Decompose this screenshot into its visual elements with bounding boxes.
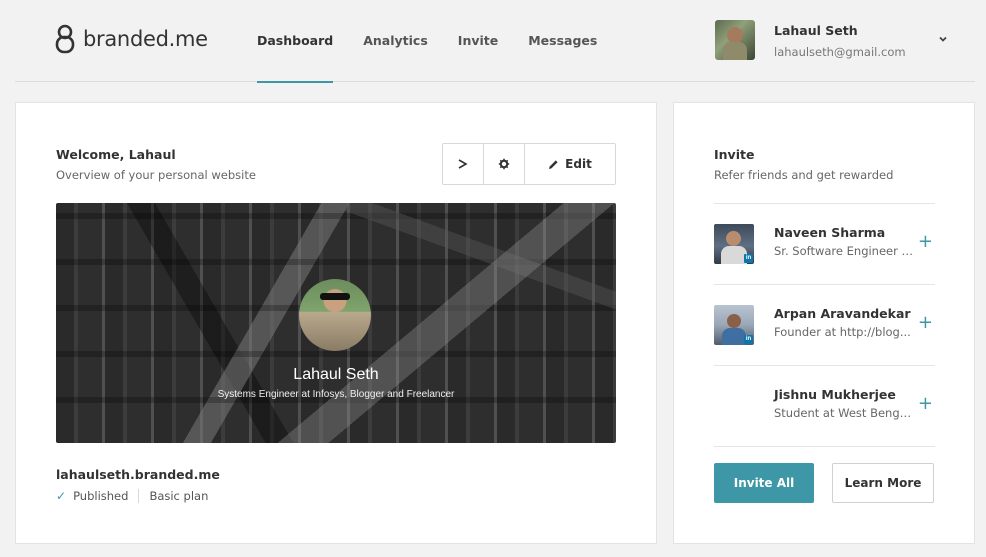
main-nav: Dashboard Analytics Invite Messages (257, 0, 627, 83)
contact-name: Arpan Aravandekar (774, 306, 911, 321)
add-icon[interactable]: + (918, 395, 933, 413)
invite-actions: Invite All Learn More (714, 463, 934, 503)
contact-avatar: in (714, 224, 754, 264)
status-published: Published (73, 489, 129, 503)
preview-tagline: Systems Engineer at Infosys, Blogger and… (217, 389, 455, 400)
lock-logo-icon (55, 24, 75, 54)
linkedin-icon: in (744, 335, 753, 344)
profile-photo (299, 279, 371, 351)
contact-name: Naveen Sharma (774, 225, 886, 240)
add-icon[interactable]: + (918, 314, 933, 332)
plan-label: Basic plan (149, 489, 209, 503)
invite-subtitle: Refer friends and get rewarded (714, 168, 894, 182)
user-avatar (715, 20, 755, 60)
site-info: lahaulseth.branded.me ✓ Published Basic … (56, 467, 220, 503)
nav-invite[interactable]: Invite (458, 0, 498, 82)
nav-dashboard[interactable]: Dashboard (257, 0, 334, 83)
arrow-right-icon (458, 159, 468, 169)
list-item: in Naveen Sharma Sr. Software Engineer a… (714, 204, 935, 285)
welcome-subtitle: Overview of your personal website (56, 168, 256, 182)
site-status-row: ✓ Published Basic plan (56, 489, 220, 503)
chevron-down-icon[interactable] (938, 34, 948, 44)
invite-header: Invite Refer friends and get rewarded (714, 147, 893, 182)
brand-name: branded.me (83, 27, 208, 51)
list-item: in Arpan Aravandekar Founder at http://b… (714, 285, 935, 366)
contact-list: in Naveen Sharma Sr. Software Engineer a… (714, 203, 935, 447)
list-item: Jishnu Mukherjee Student at West Bengal.… (714, 366, 935, 447)
learn-more-button[interactable]: Learn More (832, 463, 934, 503)
contact-title: Founder at http://blog... (774, 325, 911, 339)
invite-title: Invite (714, 147, 755, 162)
divider (138, 489, 140, 503)
user-menu[interactable]: Lahaul Seth lahaulseth@gmail.com (715, 20, 947, 60)
nav-analytics[interactable]: Analytics (363, 0, 428, 82)
settings-button[interactable] (484, 144, 525, 184)
edit-label: Edit (565, 157, 592, 171)
contact-avatar: in (714, 305, 754, 345)
gear-icon (498, 158, 510, 170)
brand-logo[interactable]: branded.me (55, 24, 208, 54)
website-overview-card: Welcome, Lahaul Overview of your persona… (15, 102, 657, 544)
user-name: Lahaul Seth (774, 23, 858, 38)
contact-title: Student at West Bengal... (774, 406, 914, 420)
check-icon: ✓ (56, 489, 67, 503)
pencil-icon (548, 159, 559, 170)
user-email: lahaulseth@gmail.com (774, 45, 906, 59)
site-toolbar: Edit (442, 143, 616, 185)
view-site-button[interactable] (443, 144, 484, 184)
nav-messages[interactable]: Messages (528, 0, 597, 82)
preview-name: Lahaul Seth (293, 366, 379, 383)
linkedin-icon: in (744, 254, 753, 263)
edit-button[interactable]: Edit (525, 144, 615, 184)
site-url-link[interactable]: lahaulseth.branded.me (56, 467, 220, 482)
welcome-header: Welcome, Lahaul Overview of your persona… (56, 147, 256, 182)
add-icon[interactable]: + (918, 233, 933, 251)
contact-name: Jishnu Mukherjee (774, 387, 896, 402)
invite-card: Invite Refer friends and get rewarded in… (673, 102, 975, 544)
website-preview[interactable]: Lahaul Seth Systems Engineer at Infosys,… (56, 203, 616, 443)
invite-all-button[interactable]: Invite All (714, 463, 814, 503)
welcome-title: Welcome, Lahaul (56, 147, 176, 162)
contact-title: Sr. Software Engineer at... (774, 244, 914, 258)
top-header: branded.me Dashboard Analytics Invite Me… (15, 0, 975, 83)
user-info: Lahaul Seth lahaulseth@gmail.com (774, 20, 906, 59)
contact-avatar (714, 386, 754, 426)
